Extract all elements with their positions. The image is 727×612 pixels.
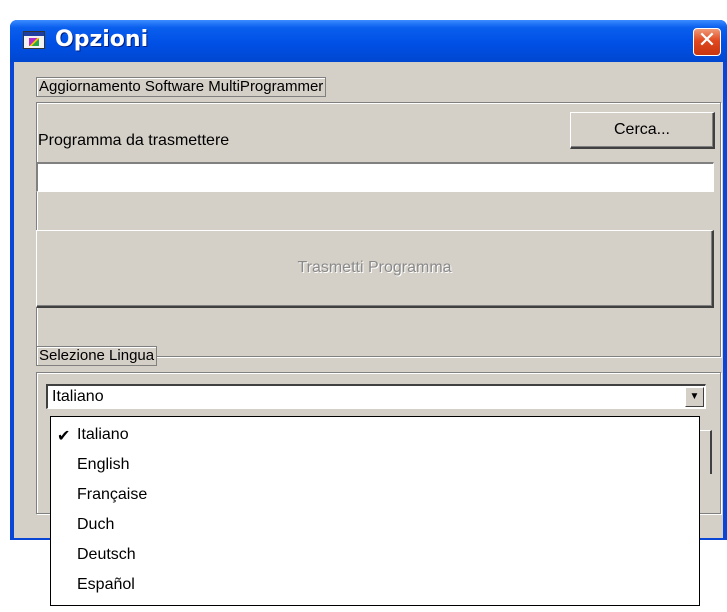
language-option-duch[interactable]: Duch xyxy=(51,511,699,541)
chevron-down-icon[interactable]: ▼ xyxy=(685,387,704,407)
language-option-label: Deutsch xyxy=(77,546,136,563)
program-label: Programma da trasmettere xyxy=(38,132,230,149)
language-option-english[interactable]: English xyxy=(51,451,699,481)
language-option-italiano[interactable]: ✔ Italiano xyxy=(51,421,699,451)
window-title: Opzioni xyxy=(55,27,149,52)
transmit-program-label: Trasmetti Programma xyxy=(297,259,452,276)
language-option-deutsch[interactable]: Deutsch xyxy=(51,541,699,571)
partially-hidden-button[interactable] xyxy=(700,430,712,474)
update-group-legend: Aggiornamento Software MultiProgrammer xyxy=(36,77,327,97)
transmit-program-button[interactable]: Trasmetti Programma xyxy=(36,230,714,308)
language-option-label: Italiano xyxy=(77,426,129,443)
language-select[interactable]: Italiano ▼ xyxy=(46,384,706,409)
program-path-field[interactable] xyxy=(36,162,714,192)
title-bar[interactable]: Opzioni ✕ xyxy=(10,20,727,62)
check-icon: ✔ xyxy=(57,428,71,445)
language-group-legend: Selezione Lingua xyxy=(36,346,158,366)
language-option-label: English xyxy=(77,456,130,473)
language-option-francaise[interactable]: Française xyxy=(51,481,699,511)
language-dropdown-list: ✔ Italiano English Française Duch Deutsc… xyxy=(50,416,700,606)
chevron-down-glyph: ▼ xyxy=(689,391,700,402)
close-button[interactable]: ✕ xyxy=(693,28,721,56)
language-select-value: Italiano xyxy=(52,388,104,405)
browse-button-label: Cerca... xyxy=(613,121,670,138)
language-option-label: Duch xyxy=(77,516,115,533)
close-icon: ✕ xyxy=(697,28,717,53)
language-option-espanol[interactable]: Español xyxy=(51,571,699,601)
language-option-label: Español xyxy=(77,576,135,593)
language-option-label: Française xyxy=(77,486,148,503)
app-window-icon xyxy=(23,31,45,49)
browse-button[interactable]: Cerca... xyxy=(570,112,715,149)
